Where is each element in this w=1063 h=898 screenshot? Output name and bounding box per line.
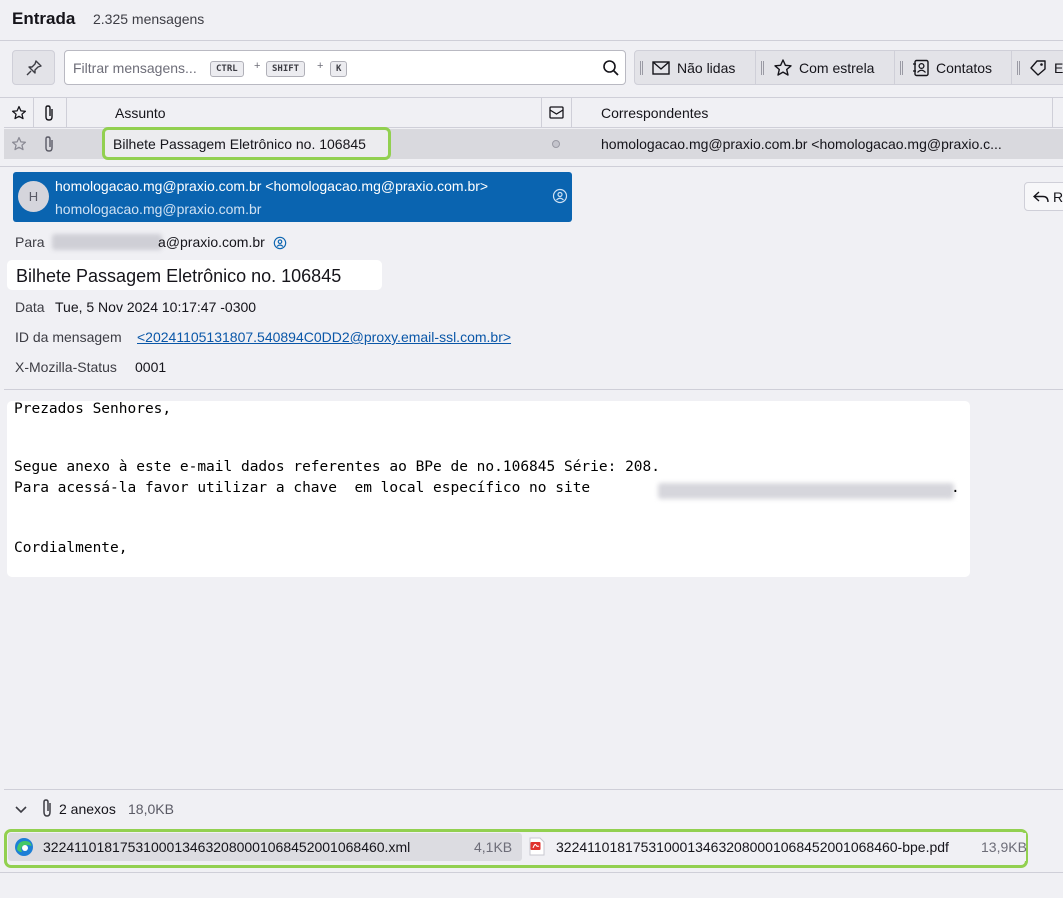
correspondents-column-header[interactable]: Correspondentes xyxy=(601,105,708,121)
shortcut-plus: + xyxy=(254,60,261,72)
shortcut-key-k: K xyxy=(330,61,348,77)
filter-placeholder: Filtrar mensagens... xyxy=(73,60,197,76)
column-separator xyxy=(66,98,67,128)
date-label: Data xyxy=(15,299,45,315)
shortcut-plus: + xyxy=(317,60,324,72)
column-separator xyxy=(541,98,542,128)
grip-handle xyxy=(640,61,643,75)
body-line: Segue anexo à este e-mail dados referent… xyxy=(14,459,661,475)
quick-filter-tags-label: E xyxy=(1054,60,1063,76)
row-correspondent: homologacao.mg@praxio.com.br <homologaca… xyxy=(601,136,1002,152)
column-separator xyxy=(33,98,34,128)
attachment-icon xyxy=(45,136,53,152)
status-bar xyxy=(0,872,1063,898)
attachment-icon xyxy=(43,799,51,817)
quick-filter-contacts-label: Contatos xyxy=(936,60,993,76)
attachment-name: 3224110181753100013463208000106845200106… xyxy=(43,839,411,855)
folder-name: Entrada xyxy=(12,9,76,28)
quick-filter-tags-button[interactable]: E xyxy=(1012,51,1063,84)
redacted-site xyxy=(658,483,954,499)
star-icon xyxy=(774,59,792,76)
row-subject: Bilhete Passagem Eletrônico no. 106845 xyxy=(113,136,366,152)
read-status-dot[interactable] xyxy=(552,140,560,148)
thread-column-header: Assunto Correspondentes xyxy=(4,98,1063,128)
star-column-icon[interactable] xyxy=(11,105,27,121)
chevron-down-icon[interactable] xyxy=(15,803,27,818)
quick-filter-contacts-button[interactable]: Contatos xyxy=(895,51,1012,84)
body-closing: Cordialmente, xyxy=(14,540,128,556)
contact-icon[interactable] xyxy=(552,188,568,204)
folder-header: Entrada 2.325 mensagens xyxy=(0,0,1063,40)
message-body: Prezados Senhores, Segue anexo à este e-… xyxy=(7,401,970,577)
star-icon[interactable] xyxy=(11,136,27,152)
redacted-recipient xyxy=(52,234,162,250)
pdf-icon xyxy=(529,837,545,856)
envelope-icon xyxy=(652,61,670,75)
attachment-column-icon[interactable] xyxy=(42,104,56,122)
message-subject: Bilhete Passagem Eletrônico no. 106845 xyxy=(16,266,342,286)
body-line-end: . xyxy=(951,480,960,496)
attachment-item[interactable]: 3224110181753100013463208000106845200106… xyxy=(524,833,1027,861)
reply-button[interactable]: R xyxy=(1024,182,1063,211)
column-separator xyxy=(571,98,572,128)
attachment-size: 4,1KB xyxy=(474,839,513,855)
body-greeting: Prezados Senhores, xyxy=(14,401,172,417)
attachment-total-size: 18,0KB xyxy=(128,801,174,817)
read-status-column-icon[interactable] xyxy=(549,106,565,120)
attachment-bar: 2 anexos 18,0KB xyxy=(4,789,1063,827)
date-value: Tue, 5 Nov 2024 10:17:47 -0300 xyxy=(55,299,257,315)
subject-highlight: Bilhete Passagem Eletrônico no. 106845 xyxy=(7,260,382,290)
reply-icon xyxy=(1033,191,1049,203)
from-address: homologacao.mg@praxio.com.br <homologaca… xyxy=(55,178,489,194)
body-line: Para acessá-la favor utilizar a chave em… xyxy=(14,480,591,496)
status-value: 0001 xyxy=(135,359,167,375)
from-address-sub: homologacao.mg@praxio.com.br xyxy=(55,201,262,217)
shortcut-key-shift: SHIFT xyxy=(266,61,306,77)
quick-filter-unread-button[interactable]: Não lidas xyxy=(635,51,756,84)
avatar: H xyxy=(18,181,49,212)
quick-filter-starred-label: Com estrela xyxy=(799,60,875,76)
status-label: X-Mozilla-Status xyxy=(15,359,117,375)
quick-filter-starred-button[interactable]: Com estrela xyxy=(756,51,895,84)
column-separator xyxy=(1052,98,1053,128)
tag-icon xyxy=(1030,60,1046,76)
search-icon[interactable] xyxy=(602,59,620,77)
filter-messages-input[interactable]: Filtrar mensagens... CTRL + SHIFT + K xyxy=(64,50,626,85)
divider xyxy=(0,40,1063,41)
attachment-item[interactable]: 3224110181753100013463208000106845200106… xyxy=(8,833,522,861)
to-value[interactable]: a@praxio.com.br xyxy=(158,234,265,250)
grip-handle xyxy=(1017,61,1020,75)
contacts-icon xyxy=(913,59,929,77)
message-id-label: ID da mensagem xyxy=(15,329,122,345)
quick-filter-unread-label: Não lidas xyxy=(677,60,736,76)
from-recipient-pill[interactable]: H homologacao.mg@praxio.com.br <homologa… xyxy=(13,172,572,222)
edge-browser-icon xyxy=(15,838,33,856)
subject-column-header[interactable]: Assunto xyxy=(115,105,166,121)
contact-icon[interactable] xyxy=(273,236,287,250)
divider xyxy=(0,166,1063,167)
to-label: Para xyxy=(15,234,45,250)
shortcut-key-ctrl: CTRL xyxy=(210,61,244,77)
message-id-link[interactable]: <20241105131807.540894C0DD2@proxy.email-… xyxy=(137,329,511,345)
grip-handle xyxy=(900,61,903,75)
reply-label: R xyxy=(1053,189,1063,205)
pin-filter-button[interactable] xyxy=(12,50,55,85)
grip-handle xyxy=(761,61,764,75)
attachment-count[interactable]: 2 anexos xyxy=(59,801,116,817)
attachment-size: 13,9KB xyxy=(981,839,1027,855)
pin-icon xyxy=(26,60,42,76)
quick-filter-bar: Não lidas Com estrela Contatos E xyxy=(634,50,1063,85)
attachment-name: 3224110181753100013463208000106845200106… xyxy=(556,839,949,855)
message-count: 2.325 mensagens xyxy=(93,11,205,27)
